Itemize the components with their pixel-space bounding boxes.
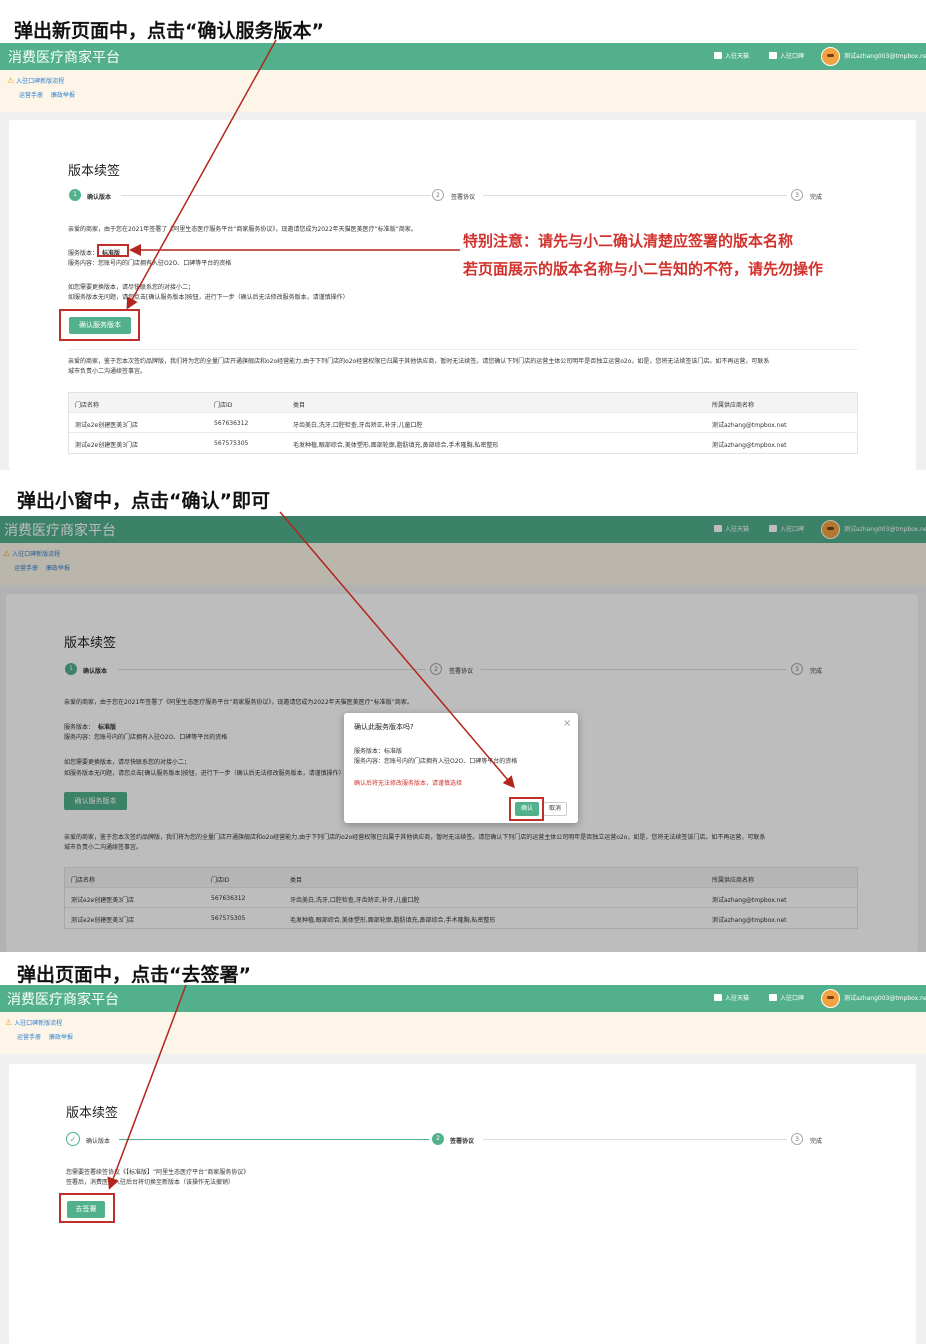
arrow-to-dialog-confirm [279,511,515,789]
annotation-arrows [107,39,515,1190]
arrow-to-go-sign [107,984,187,1190]
arrow-to-confirm-button [126,39,277,310]
